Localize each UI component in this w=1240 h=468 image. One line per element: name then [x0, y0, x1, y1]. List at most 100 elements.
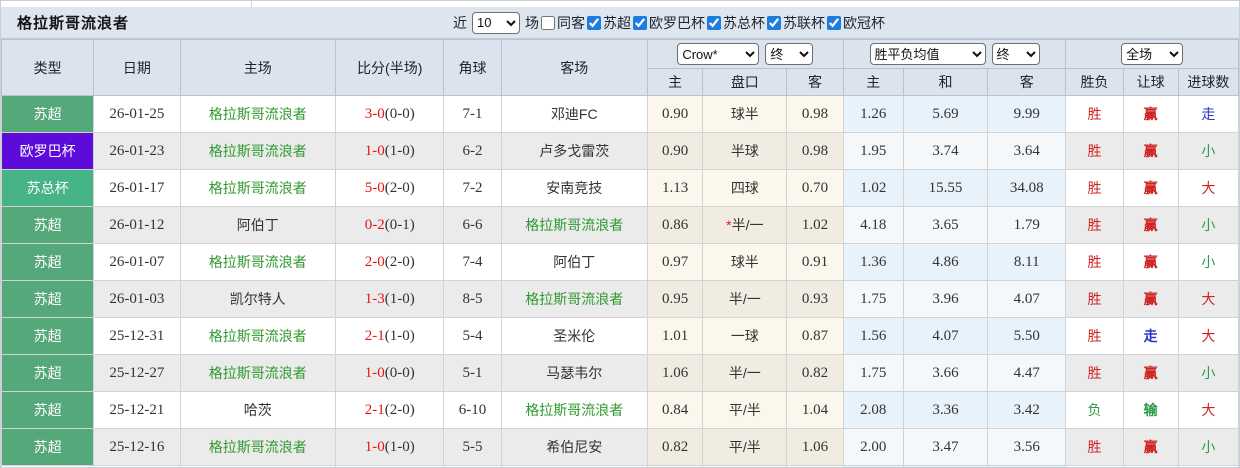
home-team[interactable]: 阿伯丁 — [179, 206, 337, 244]
mean-home-value: 1.75 — [842, 354, 904, 392]
mean-away-value: 9.99 — [987, 95, 1067, 133]
home-team[interactable]: 格拉斯哥流浪者 — [179, 132, 337, 170]
halftime-score: (2-0) — [384, 179, 415, 196]
mean-draw-value: 15.55 — [902, 169, 989, 207]
away-team[interactable]: 格拉斯哥流浪者 — [500, 280, 649, 318]
result-goals: 小 — [1177, 132, 1239, 170]
home-team[interactable]: 格拉斯哥流浪者 — [179, 354, 337, 392]
away-team[interactable]: 阿伯丁 — [500, 243, 649, 281]
result-handicap: 赢 — [1122, 132, 1179, 170]
near-label: 近 — [453, 14, 467, 31]
handicap-line: 半球 — [702, 132, 788, 170]
home-team[interactable]: 格拉斯哥流浪者 — [179, 169, 337, 207]
mean-away-value: 8.11 — [987, 243, 1067, 281]
handicap-line: 球半 — [702, 95, 788, 133]
scope-select[interactable]: 全场 — [1121, 43, 1184, 65]
result-winloss: 胜 — [1065, 280, 1124, 318]
away-team[interactable]: 马瑟韦尔 — [500, 354, 649, 392]
away-team[interactable]: 邓迪FC — [500, 95, 649, 133]
score-cell: 1-3(1-0) — [335, 280, 445, 318]
away-team[interactable]: 格拉斯哥流浪者 — [500, 206, 649, 244]
halftime-score: (0-0) — [384, 364, 415, 381]
mean-draw-value: 5.69 — [902, 95, 989, 133]
odds-home-value: 1.06 — [647, 354, 704, 392]
odds-company-select[interactable]: Crow* — [677, 43, 760, 65]
score-cell: 3-0(0-0) — [335, 95, 445, 133]
competition-toggle-4[interactable]: 欧冠杯 — [825, 13, 885, 33]
mean-draw-value: 3.66 — [902, 354, 989, 392]
competition-toggle-0[interactable]: 苏超 — [585, 13, 631, 33]
mean-away-value: 4.07 — [987, 280, 1067, 318]
same-away-toggle[interactable]: 同客 — [539, 13, 585, 33]
home-team[interactable]: 凯尔特人 — [179, 280, 337, 318]
match-row: 苏超 26-01-25 格拉斯哥流浪者 3-0(0-0) 7-1 邓迪FC 0.… — [1, 95, 1239, 133]
match-date: 25-12-27 — [93, 354, 181, 392]
match-date: 26-01-25 — [93, 95, 181, 133]
mean-home-value: 4.18 — [842, 206, 904, 244]
match-date: 26-01-23 — [93, 132, 181, 170]
home-team[interactable]: 格拉斯哥流浪者 — [179, 428, 337, 466]
col-odds-line: 盘口 — [702, 68, 788, 96]
away-team[interactable]: 希伯尼安 — [500, 428, 649, 466]
col-mean-home: 主 — [842, 68, 904, 96]
mean-away-value: 4.47 — [987, 354, 1067, 392]
corner-score: 5-5 — [443, 428, 502, 466]
mean-home-value: 1.26 — [842, 95, 904, 133]
mean-select[interactable]: 胜平负均值 — [869, 43, 986, 65]
corner-score: 6-10 — [443, 391, 502, 429]
corner-score: 7-4 — [443, 243, 502, 281]
mean-draw-value: 3.74 — [902, 132, 989, 170]
same-away-checkbox[interactable] — [541, 15, 555, 30]
home-team[interactable]: 格拉斯哥流浪者 — [179, 317, 337, 355]
away-team[interactable]: 安南竞技 — [500, 169, 649, 207]
recent-count-select[interactable]: 10 — [472, 11, 520, 34]
competition-checkbox-4[interactable] — [827, 15, 841, 30]
handicap-line: 一球 — [702, 317, 788, 355]
away-team[interactable]: 卢多戈雷茨 — [500, 132, 649, 170]
table-header: 类型 日期 主场 比分(半场) 角球 客场 Crow* 终 胜平负均值终 全场 主… — [1, 39, 1239, 96]
mean-state-select[interactable]: 终 — [991, 43, 1040, 65]
result-goals: 大 — [1177, 169, 1239, 207]
competition-checkbox-0[interactable] — [587, 15, 601, 30]
home-team[interactable]: 格拉斯哥流浪者 — [179, 95, 337, 133]
mean-away-value: 3.42 — [987, 391, 1067, 429]
col-date: 日期 — [93, 39, 181, 96]
odds-home-value: 1.13 — [647, 169, 704, 207]
competition-toggle-2[interactable]: 苏总杯 — [705, 13, 765, 33]
mean-away-value: 1.79 — [987, 206, 1067, 244]
col-corner: 角球 — [443, 39, 502, 96]
competition-badge: 苏超 — [1, 95, 95, 133]
line-text: 半/一 — [731, 217, 764, 233]
line-text: 球半 — [730, 106, 759, 122]
competition-checkbox-2[interactable] — [707, 15, 721, 30]
fulltime-score: 1-0 — [364, 142, 385, 159]
odds-state-select[interactable]: 终 — [765, 43, 814, 65]
match-row: 苏超 25-12-16 格拉斯哥流浪者 1-0(1-0) 5-5 希伯尼安 0.… — [1, 428, 1239, 466]
match-date: 26-01-03 — [93, 280, 181, 318]
competition-badge: 苏超 — [1, 243, 95, 281]
home-team[interactable]: 格拉斯哥流浪者 — [179, 243, 337, 281]
odds-group-header: Crow* 终 — [647, 39, 844, 69]
competition-toggle-3[interactable]: 苏联杯 — [765, 13, 825, 33]
handicap-line: 球半 — [702, 243, 788, 281]
away-team[interactable]: 圣米伦 — [500, 317, 649, 355]
matches-label: 场 — [525, 14, 539, 31]
halftime-score: (1-0) — [384, 438, 415, 455]
away-team[interactable]: 格拉斯哥流浪者 — [500, 391, 649, 429]
competition-checkbox-1[interactable] — [633, 15, 647, 30]
mean-group-header: 胜平负均值终 — [842, 39, 1067, 69]
result-goals: 大 — [1177, 317, 1239, 355]
score-cell: 1-0(1-0) — [335, 428, 445, 466]
competition-checkbox-3[interactable] — [767, 15, 781, 30]
odds-away-value: 0.82 — [786, 354, 844, 392]
col-score: 比分(半场) — [335, 39, 445, 96]
line-text: 球半 — [730, 254, 759, 270]
result-winloss: 胜 — [1065, 354, 1124, 392]
competition-badge: 苏超 — [1, 391, 95, 429]
result-handicap: 输 — [1122, 391, 1179, 429]
competition-badge: 苏超 — [1, 428, 95, 466]
handicap-line: *半/一 — [702, 206, 788, 244]
home-team[interactable]: 哈茨 — [179, 391, 337, 429]
competition-toggle-1[interactable]: 欧罗巴杯 — [631, 13, 705, 33]
col-type: 类型 — [1, 39, 95, 96]
